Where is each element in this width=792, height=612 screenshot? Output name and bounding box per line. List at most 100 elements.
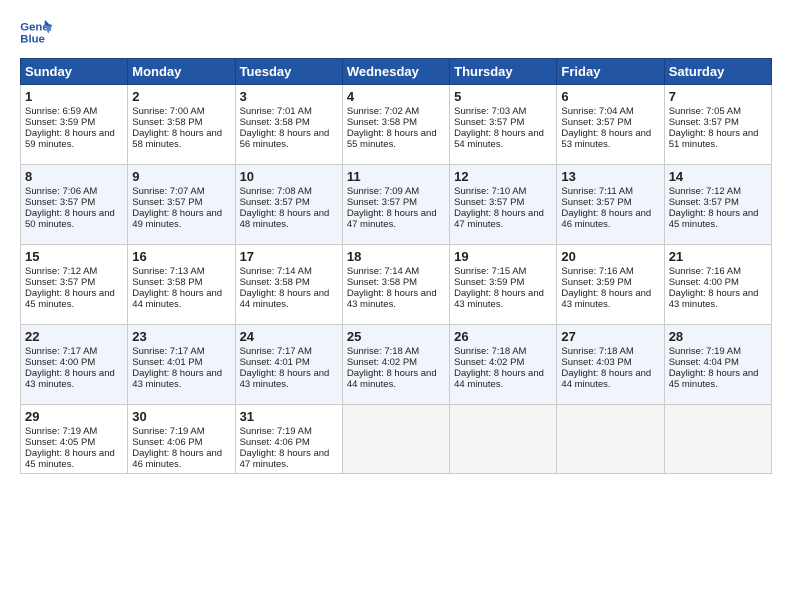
sunset-text: Sunset: 3:57 PM: [454, 197, 524, 208]
day-header-monday: Monday: [128, 59, 235, 85]
sunrise-text: Sunrise: 7:17 AM: [132, 346, 204, 357]
sunrise-text: Sunrise: 7:08 AM: [240, 186, 312, 197]
sunset-text: Sunset: 4:00 PM: [669, 277, 739, 288]
sunset-text: Sunset: 3:57 PM: [132, 197, 202, 208]
day-number: 21: [669, 249, 767, 264]
day-number: 20: [561, 249, 659, 264]
header: General Blue: [20, 18, 772, 46]
sunrise-text: Sunrise: 7:18 AM: [347, 346, 419, 357]
calendar-week-row: 22Sunrise: 7:17 AMSunset: 4:00 PMDayligh…: [21, 325, 772, 405]
calendar-cell: [664, 405, 771, 474]
calendar-cell: 5Sunrise: 7:03 AMSunset: 3:57 PMDaylight…: [450, 85, 557, 165]
daylight-text: Daylight: 8 hours and 47 minutes.: [347, 208, 437, 230]
day-number: 7: [669, 89, 767, 104]
daylight-text: Daylight: 8 hours and 43 minutes.: [561, 288, 651, 310]
day-number: 30: [132, 409, 230, 424]
daylight-text: Daylight: 8 hours and 44 minutes.: [454, 368, 544, 390]
calendar-cell: 13Sunrise: 7:11 AMSunset: 3:57 PMDayligh…: [557, 165, 664, 245]
daylight-text: Daylight: 8 hours and 43 minutes.: [25, 368, 115, 390]
sunset-text: Sunset: 3:57 PM: [240, 197, 310, 208]
day-number: 11: [347, 169, 445, 184]
daylight-text: Daylight: 8 hours and 48 minutes.: [240, 208, 330, 230]
calendar-cell: 10Sunrise: 7:08 AMSunset: 3:57 PMDayligh…: [235, 165, 342, 245]
sunset-text: Sunset: 3:58 PM: [132, 117, 202, 128]
sunrise-text: Sunrise: 7:18 AM: [561, 346, 633, 357]
daylight-text: Daylight: 8 hours and 46 minutes.: [132, 448, 222, 470]
day-number: 4: [347, 89, 445, 104]
calendar-cell: 17Sunrise: 7:14 AMSunset: 3:58 PMDayligh…: [235, 245, 342, 325]
daylight-text: Daylight: 8 hours and 43 minutes.: [454, 288, 544, 310]
calendar-cell: 14Sunrise: 7:12 AMSunset: 3:57 PMDayligh…: [664, 165, 771, 245]
calendar-cell: 9 Sunrise: 7:07 AMSunset: 3:57 PMDaylight…: [128, 165, 235, 245]
daylight-text: Daylight: 8 hours and 43 minutes.: [347, 288, 437, 310]
calendar-cell: 22Sunrise: 7:17 AMSunset: 4:00 PMDayligh…: [21, 325, 128, 405]
day-header-friday: Friday: [557, 59, 664, 85]
sunrise-text: Sunrise: 7:02 AM: [347, 106, 419, 117]
day-number: 28: [669, 329, 767, 344]
calendar-cell: 25Sunrise: 7:18 AMSunset: 4:02 PMDayligh…: [342, 325, 449, 405]
day-number: 12: [454, 169, 552, 184]
calendar-week-row: 29Sunrise: 7:19 AMSunset: 4:05 PMDayligh…: [21, 405, 772, 474]
calendar-cell: 11Sunrise: 7:09 AMSunset: 3:57 PMDayligh…: [342, 165, 449, 245]
calendar-cell: 3Sunrise: 7:01 AMSunset: 3:58 PMDaylight…: [235, 85, 342, 165]
sunset-text: Sunset: 4:03 PM: [561, 357, 631, 368]
sunset-text: Sunset: 3:59 PM: [25, 117, 95, 128]
calendar-cell: [557, 405, 664, 474]
sunrise-text: Sunrise: 7:14 AM: [347, 266, 419, 277]
calendar-cell: [450, 405, 557, 474]
calendar-week-row: 15Sunrise: 7:12 AMSunset: 3:57 PMDayligh…: [21, 245, 772, 325]
svg-text:Blue: Blue: [20, 34, 45, 46]
daylight-text: Daylight: 8 hours and 44 minutes.: [561, 368, 651, 390]
sunrise-text: Sunrise: 7:07 AM: [132, 186, 204, 197]
daylight-text: Daylight: 8 hours and 44 minutes.: [132, 288, 222, 310]
sunrise-text: Sunrise: 7:19 AM: [669, 346, 741, 357]
sunrise-text: Sunrise: 7:15 AM: [454, 266, 526, 277]
day-header-wednesday: Wednesday: [342, 59, 449, 85]
daylight-text: Daylight: 8 hours and 49 minutes.: [132, 208, 222, 230]
daylight-text: Daylight: 8 hours and 43 minutes.: [669, 288, 759, 310]
sunrise-text: Sunrise: 7:04 AM: [561, 106, 633, 117]
day-number: 19: [454, 249, 552, 264]
sunset-text: Sunset: 4:02 PM: [454, 357, 524, 368]
logo-icon: General Blue: [20, 18, 52, 46]
calendar-table: SundayMondayTuesdayWednesdayThursdayFrid…: [20, 58, 772, 474]
calendar-cell: 21Sunrise: 7:16 AMSunset: 4:00 PMDayligh…: [664, 245, 771, 325]
sunset-text: Sunset: 3:57 PM: [561, 197, 631, 208]
daylight-text: Daylight: 8 hours and 59 minutes.: [25, 128, 115, 150]
sunrise-text: Sunrise: 7:14 AM: [240, 266, 312, 277]
logo: General Blue: [20, 18, 56, 46]
daylight-text: Daylight: 8 hours and 56 minutes.: [240, 128, 330, 150]
sunset-text: Sunset: 3:57 PM: [347, 197, 417, 208]
calendar-cell: 16Sunrise: 7:13 AMSunset: 3:58 PMDayligh…: [128, 245, 235, 325]
sunrise-text: Sunrise: 7:03 AM: [454, 106, 526, 117]
sunrise-text: Sunrise: 7:13 AM: [132, 266, 204, 277]
sunset-text: Sunset: 4:05 PM: [25, 437, 95, 448]
sunset-text: Sunset: 4:06 PM: [132, 437, 202, 448]
sunrise-text: Sunrise: 7:12 AM: [669, 186, 741, 197]
day-number: 27: [561, 329, 659, 344]
day-number: 23: [132, 329, 230, 344]
daylight-text: Daylight: 8 hours and 43 minutes.: [132, 368, 222, 390]
sunset-text: Sunset: 4:00 PM: [25, 357, 95, 368]
day-number: 17: [240, 249, 338, 264]
calendar-cell: 19Sunrise: 7:15 AMSunset: 3:59 PMDayligh…: [450, 245, 557, 325]
day-number: 22: [25, 329, 123, 344]
day-number: 9: [132, 169, 230, 184]
sunrise-text: Sunrise: 7:19 AM: [132, 426, 204, 437]
day-header-saturday: Saturday: [664, 59, 771, 85]
sunset-text: Sunset: 3:58 PM: [347, 117, 417, 128]
daylight-text: Daylight: 8 hours and 53 minutes.: [561, 128, 651, 150]
calendar-cell: 29Sunrise: 7:19 AMSunset: 4:05 PMDayligh…: [21, 405, 128, 474]
day-number: 26: [454, 329, 552, 344]
calendar-header-row: SundayMondayTuesdayWednesdayThursdayFrid…: [21, 59, 772, 85]
sunset-text: Sunset: 3:57 PM: [454, 117, 524, 128]
day-number: 3: [240, 89, 338, 104]
sunrise-text: Sunrise: 7:17 AM: [240, 346, 312, 357]
calendar-week-row: 1Sunrise: 6:59 AMSunset: 3:59 PMDaylight…: [21, 85, 772, 165]
daylight-text: Daylight: 8 hours and 45 minutes.: [669, 368, 759, 390]
daylight-text: Daylight: 8 hours and 45 minutes.: [669, 208, 759, 230]
sunrise-text: Sunrise: 7:18 AM: [454, 346, 526, 357]
daylight-text: Daylight: 8 hours and 43 minutes.: [240, 368, 330, 390]
sunset-text: Sunset: 4:01 PM: [240, 357, 310, 368]
calendar-cell: 6Sunrise: 7:04 AMSunset: 3:57 PMDaylight…: [557, 85, 664, 165]
